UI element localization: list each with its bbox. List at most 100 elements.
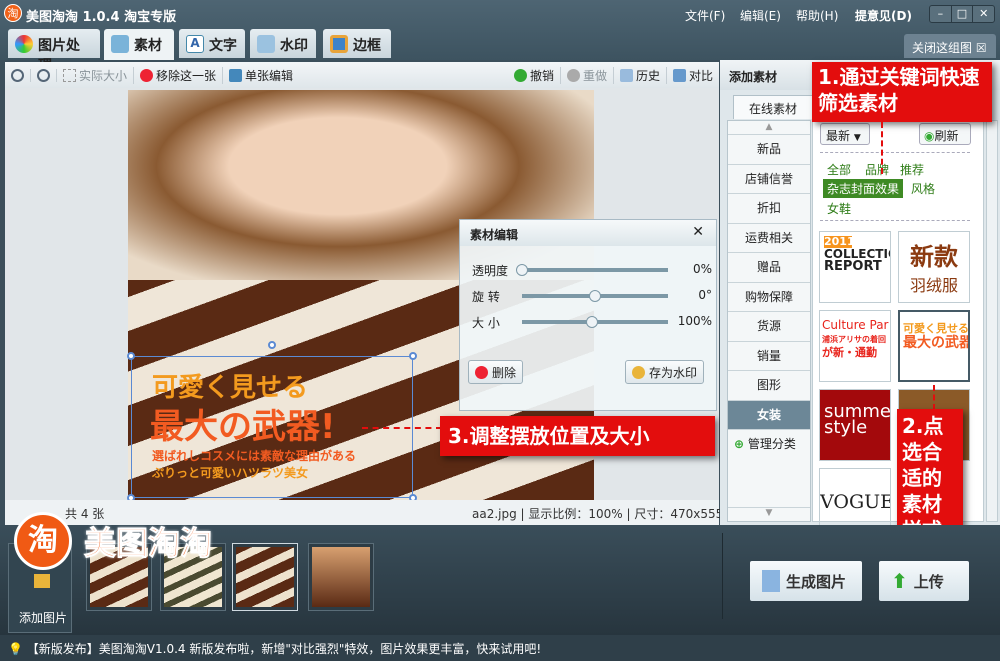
tab-online-material[interactable]: 在线素材 [733, 95, 813, 119]
category-item[interactable]: 货源 [728, 312, 810, 342]
refresh-button[interactable]: ◉刷新 [919, 123, 971, 145]
rotate-handle[interactable] [268, 341, 276, 349]
remove-icon [140, 68, 154, 82]
category-item[interactable]: 购物保障 [728, 283, 810, 312]
divider [820, 152, 970, 153]
material-thumb[interactable]: summer style [819, 389, 891, 461]
resize-handle[interactable] [409, 352, 417, 360]
image-thumbnail-selected[interactable] [232, 543, 298, 611]
undo-button[interactable]: 撤销 [508, 66, 561, 84]
upload-button[interactable]: ⬆ 上传 [879, 561, 969, 601]
remove-button[interactable]: 移除这一张 [134, 66, 224, 84]
filter-style[interactable]: 风格 [911, 180, 935, 197]
resize-handle[interactable] [127, 352, 135, 360]
palette-icon [15, 35, 33, 53]
zoom-in-button[interactable] [5, 68, 31, 82]
history-icon [619, 68, 633, 82]
category-item-selected[interactable]: 女装 [728, 400, 810, 430]
category-item[interactable]: 新品 [728, 135, 810, 165]
close-button[interactable]: ✕ [973, 6, 994, 22]
filter-women-shoes[interactable]: 女鞋 [827, 200, 851, 217]
tab-material[interactable]: 素材 [104, 29, 174, 60]
gallery-scrollbar[interactable] [986, 120, 998, 522]
tab-watermark[interactable]: 水印 [250, 29, 316, 58]
thumb-text: VOGUE [820, 491, 891, 513]
thumb-text: 最大の武器 [903, 335, 970, 352]
zoom-out-button[interactable] [31, 68, 57, 82]
slider-knob[interactable] [516, 264, 528, 276]
thumb-text: Culture Par [822, 318, 889, 332]
thumb-text: 2011 [824, 235, 855, 248]
scroll-down-button[interactable]: ▼ [728, 507, 810, 521]
material-thumb[interactable]: Culture Par 浦浜アリサの着回 が新・通勤 [819, 310, 891, 382]
save-watermark-button[interactable]: 存为水印 [625, 360, 705, 384]
delete-button[interactable]: 删除 [468, 360, 524, 384]
label: 实际大小 [79, 68, 128, 83]
size-slider[interactable] [522, 316, 668, 328]
label: 生成图片 [786, 572, 847, 591]
close-group-button[interactable]: 关闭这组图 ☒ [904, 34, 996, 58]
sort-dropdown[interactable]: 最新 ▼ [820, 123, 870, 145]
minimize-button[interactable]: – [930, 6, 952, 22]
category-item[interactable]: 图形 [728, 371, 810, 401]
category-list: ▲ 新品 店铺信誉 折扣 运费相关 赠品 购物保障 货源 销量 图形 女装 ⊕ … [727, 120, 811, 522]
size-slider-row: 大 小 100% [472, 314, 712, 332]
image-size: 尺寸：470x555 [634, 507, 724, 521]
zoom-in-icon [11, 68, 24, 82]
category-item[interactable]: 赠品 [728, 253, 810, 283]
material-thumb[interactable]: 2011COLLECTIONREPORT [819, 231, 891, 303]
manage-categories-button[interactable]: ⊕ 管理分类 [728, 430, 810, 460]
label: 删除 [492, 365, 517, 380]
generate-image-button[interactable]: 生成图片 [750, 561, 862, 601]
upload-icon: ⬆ [891, 569, 908, 593]
category-item[interactable]: 运费相关 [728, 224, 810, 253]
brand-overlay: 淘美图淘淘 [14, 512, 213, 570]
filter-brand[interactable]: 品牌 [865, 161, 889, 178]
label: 管理分类 [747, 437, 796, 451]
single-edit-button[interactable]: 单张编辑 [223, 67, 299, 84]
category-item[interactable]: 店铺信誉 [728, 165, 810, 194]
news-text[interactable]: 【新版发布】美图淘淘V1.0.4 新版发布啦，新增"对比强烈"特效，图片效果更丰… [27, 642, 541, 656]
material-thumb[interactable]: 新款 羽绒服 [898, 231, 970, 303]
label: 上传 [913, 572, 944, 591]
menu-help[interactable]: 帮助(H) [796, 7, 838, 24]
edit-icon [229, 68, 243, 82]
menu-file[interactable]: 文件(F) [685, 7, 725, 24]
slider-knob[interactable] [586, 316, 598, 328]
thumb-text: 新款 [910, 243, 958, 271]
tab-frame[interactable]: 边框 [323, 29, 391, 58]
opacity-slider[interactable] [516, 264, 668, 276]
filter-recommended[interactable]: 推荐 [900, 161, 924, 178]
material-thumb-selected[interactable]: 可愛く見せる 最大の武器 [898, 310, 970, 382]
actual-size-button[interactable]: 实际大小 [57, 66, 135, 84]
thumb-text: style [824, 417, 868, 439]
menu-edit[interactable]: 编辑(E) [740, 7, 781, 24]
filter-magazine-selected[interactable]: 杂志封面效果 [823, 179, 904, 198]
label: 移除这一张 [156, 68, 217, 83]
compare-button[interactable]: 对比 [667, 67, 719, 84]
thumb-text: REPORT [824, 259, 882, 275]
dialog-close-button[interactable]: ✕ [692, 224, 704, 240]
slider-knob[interactable] [589, 290, 601, 302]
filter-all[interactable]: 全部 [827, 161, 851, 178]
menu-feedback[interactable]: 提意见(D) [855, 7, 912, 24]
tab-text[interactable]: A 文字 [179, 29, 245, 58]
compare-icon [672, 68, 686, 82]
redo-button[interactable]: 重做 [561, 66, 614, 84]
maximize-button[interactable]: □ [952, 6, 974, 22]
zoom-out-icon [37, 68, 50, 82]
app-title: 美图淘淘 1.0.4 淘宝专版 [26, 10, 177, 25]
scroll-up-button[interactable]: ▲ [728, 121, 810, 135]
display-ratio: 显示比例：100% [528, 507, 623, 521]
category-item[interactable]: 销量 [728, 342, 810, 371]
tab-image-processing[interactable]: 图片处理 [8, 29, 100, 74]
file-name: aa2.jpg [472, 507, 517, 521]
thumb-text: 浦浜アリサの着回 [822, 334, 886, 344]
history-button[interactable]: 历史 [614, 66, 667, 84]
label: 存为水印 [649, 365, 698, 380]
rotate-slider[interactable] [522, 290, 668, 302]
label: 重做 [582, 68, 607, 83]
category-item[interactable]: 折扣 [728, 194, 810, 224]
image-thumbnail[interactable] [308, 543, 374, 611]
slider-value: 0% [692, 262, 712, 276]
